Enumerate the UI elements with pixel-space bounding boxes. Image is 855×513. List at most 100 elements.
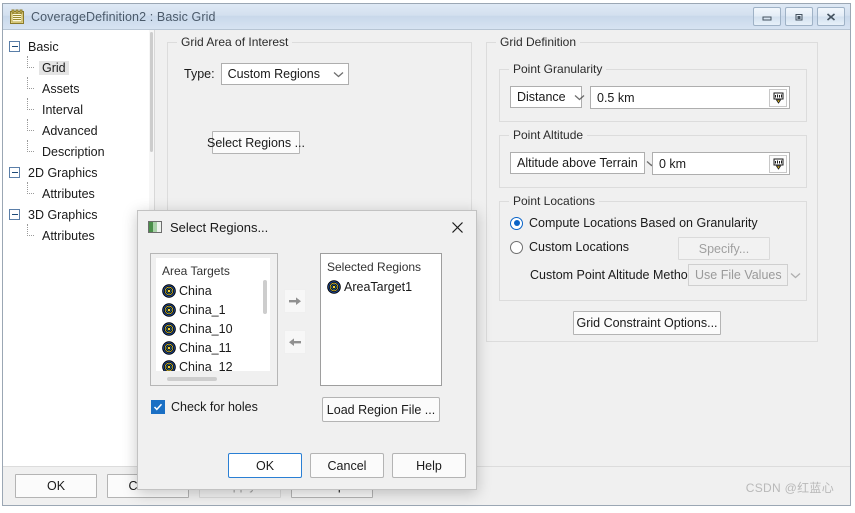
chevron-down-icon <box>574 90 585 104</box>
tree-branch-line <box>23 56 34 73</box>
area-targets-panel: Area Targets China China_1 China_10 China_1… <box>150 253 278 386</box>
target-icon <box>162 321 176 336</box>
list-item[interactable]: China_12 <box>162 357 270 371</box>
move-left-button[interactable] <box>284 330 306 354</box>
tree-item-label: Basic <box>28 39 59 54</box>
area-targets-items: China China_1 China_10 China_11 China_12 <box>162 281 270 371</box>
screen: CoverageDefinition2 : Basic Grid Basic G… <box>0 0 855 513</box>
radio-compute-locations[interactable]: Compute Locations Based on Granularity <box>510 216 758 230</box>
target-icon <box>162 283 176 298</box>
grid-constraint-options-button[interactable]: Grid Constraint Options... <box>573 311 721 335</box>
granularity-mode-combo[interactable]: Distance <box>510 86 585 108</box>
dialog-cancel-button[interactable]: Cancel <box>310 453 384 478</box>
ok-button[interactable]: OK <box>15 474 97 498</box>
granularity-value-text: 0.5 km <box>597 90 635 105</box>
target-icon <box>162 340 176 355</box>
list-item-label: China_1 <box>179 302 226 317</box>
tree-branch-line <box>23 224 34 241</box>
list-item[interactable]: AreaTarget1 <box>327 277 441 296</box>
target-icon <box>327 279 341 294</box>
window-controls <box>753 7 845 26</box>
granularity-mode-value: Distance <box>517 90 566 104</box>
list-item-label: China_12 <box>179 359 233 372</box>
grid-area-of-interest-title: Grid Area of Interest <box>177 35 293 49</box>
dialog-close-button[interactable] <box>444 216 470 238</box>
collapse-icon[interactable] <box>9 209 20 220</box>
type-combo[interactable]: Custom Regions <box>220 63 349 85</box>
tree-item-label: 3D Graphics <box>28 207 98 222</box>
tree-branch-line <box>23 182 34 199</box>
tree-item-attributes[interactable]: Attributes <box>9 182 154 204</box>
target-icon <box>162 359 176 371</box>
tree-item-attributes[interactable]: Attributes <box>9 224 154 246</box>
tree-item-label: Grid <box>39 60 69 75</box>
area-targets-listbox[interactable]: Area Targets China China_1 China_10 China_1… <box>156 258 270 371</box>
tree-item-advanced[interactable]: Advanced <box>9 119 154 141</box>
navigation-tree: Basic Grid Assets Interval Advanced Descripti… <box>3 30 155 466</box>
tree-item-3d-graphics[interactable]: 3D Graphics <box>9 204 154 225</box>
list-item[interactable]: China_11 <box>162 338 270 357</box>
type-combo-value: Custom Regions <box>227 67 320 81</box>
selected-regions-listbox[interactable]: Selected Regions AreaTarget1 <box>320 253 442 386</box>
tree-branch-line <box>23 140 34 157</box>
area-targets-header: Area Targets <box>162 264 230 278</box>
checkbox-checked-icon <box>151 400 165 414</box>
grid-definition-title: Grid Definition <box>496 35 581 49</box>
tree-item-label: Interval <box>42 102 83 117</box>
unit-picker-icon[interactable] <box>769 154 787 173</box>
target-icon <box>162 302 176 317</box>
type-label: Type: <box>184 67 215 81</box>
tree-item-label: Attributes <box>42 228 95 243</box>
list-item[interactable]: China <box>162 281 270 300</box>
check-for-holes-row[interactable]: Check for holes <box>151 400 258 414</box>
close-button[interactable] <box>817 7 845 26</box>
tree-item-assets[interactable]: Assets <box>9 77 154 99</box>
grid-definition-group: Grid Definition Point Granularity Distan… <box>486 35 818 342</box>
area-targets-horizontal-scrollbar[interactable] <box>167 377 217 381</box>
list-item[interactable]: China_1 <box>162 300 270 319</box>
area-targets-vertical-scrollbar[interactable] <box>263 280 267 314</box>
arrow-left-icon <box>289 338 301 346</box>
close-icon <box>451 221 463 233</box>
altitude-mode-combo[interactable]: Altitude above Terrain <box>510 152 657 174</box>
custom-point-altitude-method-combo[interactable]: Use File Values <box>688 264 801 286</box>
tree-item-basic[interactable]: Basic <box>9 36 154 57</box>
collapse-icon[interactable] <box>9 167 20 178</box>
radio-on-icon <box>510 216 523 230</box>
chevron-down-icon <box>790 268 801 282</box>
altitude-value-field[interactable]: 0 km <box>652 152 790 175</box>
tree-branch-line <box>23 77 34 94</box>
dialog-help-button[interactable]: Help <box>392 453 466 478</box>
tree-item-label: Attributes <box>42 186 95 201</box>
tree-item-2d-graphics[interactable]: 2D Graphics <box>9 162 154 183</box>
radio-custom-locations[interactable]: Custom Locations <box>510 240 629 254</box>
select-regions-button[interactable]: Select Regions ... <box>207 131 305 154</box>
close-icon <box>826 12 836 21</box>
tree-branch-line <box>23 119 34 136</box>
tree-item-label: Assets <box>42 81 80 96</box>
specify-button[interactable]: Specify... <box>678 237 770 260</box>
list-item[interactable]: China_10 <box>162 319 270 338</box>
collapse-icon[interactable] <box>9 41 20 52</box>
tree-item-label: Advanced <box>42 123 98 138</box>
list-item-label: AreaTarget1 <box>344 279 413 294</box>
tree-item-description[interactable]: Description <box>9 140 154 162</box>
list-item-label: China_11 <box>179 340 232 355</box>
granularity-value-field[interactable]: 0.5 km <box>590 86 790 109</box>
selected-regions-items: AreaTarget1 <box>327 277 441 296</box>
point-granularity-group: Point Granularity Distance 0.5 km <box>499 62 807 122</box>
tree-item-interval[interactable]: Interval <box>9 98 154 120</box>
move-right-button[interactable] <box>284 289 306 313</box>
maximize-button[interactable] <box>785 7 813 26</box>
unit-picker-icon[interactable] <box>769 88 787 107</box>
point-locations-title: Point Locations <box>509 194 600 208</box>
tree-item-grid[interactable]: Grid <box>9 56 154 78</box>
window-title: CoverageDefinition2 : Basic Grid <box>31 9 216 24</box>
tree-list: Basic Grid Assets Interval Advanced Descripti… <box>9 36 154 246</box>
window-titlebar: CoverageDefinition2 : Basic Grid <box>3 4 850 30</box>
tree-item-label: 2D Graphics <box>28 165 98 180</box>
minimize-button[interactable] <box>753 7 781 26</box>
load-region-file-button[interactable]: Load Region File ... <box>322 397 440 422</box>
check-for-holes-label: Check for holes <box>171 400 258 414</box>
dialog-ok-button[interactable]: OK <box>228 453 302 478</box>
